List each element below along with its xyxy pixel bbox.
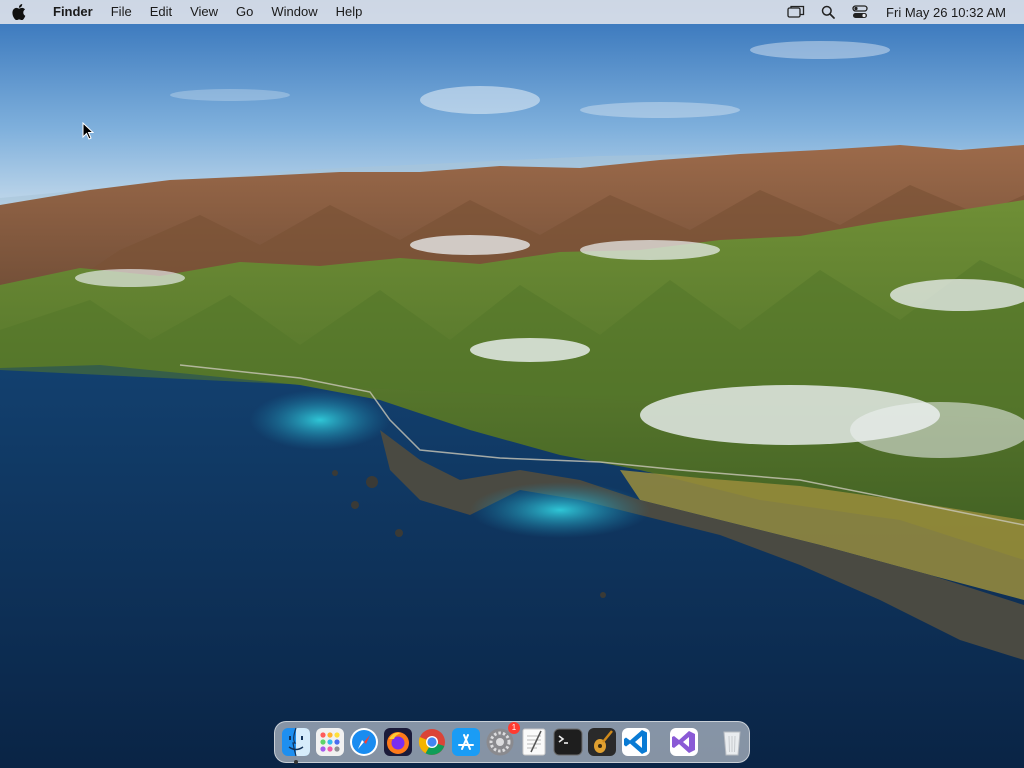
dock-firefox[interactable]	[383, 727, 413, 757]
dock-safari[interactable]	[349, 727, 379, 757]
dock-visual-studio[interactable]	[669, 727, 699, 757]
terminal-icon	[553, 728, 583, 756]
running-indicator	[294, 760, 298, 764]
trash-icon	[723, 731, 741, 756]
menu-bar-clock[interactable]: Fri May 26 10:32 AM	[886, 5, 1006, 20]
menu-help[interactable]: Help	[327, 0, 372, 24]
desktop-wallpaper	[0, 0, 1024, 768]
dock-launchpad[interactable]	[315, 727, 345, 757]
menu-go[interactable]: Go	[227, 0, 262, 24]
dock-garageband[interactable]	[587, 727, 617, 757]
menu-window[interactable]: Window	[262, 0, 326, 24]
menu-file[interactable]: File	[102, 0, 141, 24]
visual-studio-icon	[670, 728, 698, 756]
spotlight-search-icon[interactable]	[817, 1, 839, 23]
menu-edit[interactable]: Edit	[141, 0, 181, 24]
dock-finder[interactable]	[281, 727, 311, 764]
launchpad-icon	[316, 728, 344, 756]
finder-icon	[282, 727, 310, 757]
control-center-icon[interactable]	[849, 1, 871, 23]
dock-system-preferences[interactable]: 1	[485, 722, 520, 757]
dock: 1	[274, 721, 750, 764]
desktop[interactable]: Finder File Edit View Go Window Help Fri…	[0, 0, 1024, 768]
textedit-icon	[522, 728, 546, 756]
screen-mirroring-icon[interactable]	[785, 1, 807, 23]
dock-vscode[interactable]	[621, 727, 651, 757]
dock-textedit[interactable]	[519, 727, 549, 757]
dock-app-store[interactable]	[451, 727, 481, 757]
menu-app-finder[interactable]: Finder	[44, 0, 102, 24]
chrome-icon	[418, 729, 445, 755]
mouse-pointer-icon	[82, 122, 94, 140]
dock-chrome[interactable]	[417, 727, 447, 757]
vscode-icon	[622, 728, 650, 756]
dock-terminal[interactable]	[553, 727, 583, 757]
menu-bar: Finder File Edit View Go Window Help Fri…	[0, 0, 1024, 24]
app-store-icon	[452, 728, 480, 756]
safari-icon	[350, 728, 378, 756]
firefox-icon	[384, 728, 412, 756]
menu-view[interactable]: View	[181, 0, 227, 24]
garageband-icon	[588, 728, 616, 756]
dock-trash[interactable]	[717, 727, 747, 757]
apple-menu-icon[interactable]	[12, 4, 26, 20]
